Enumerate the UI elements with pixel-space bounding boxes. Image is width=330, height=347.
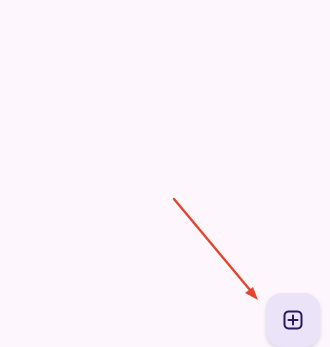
add-box-icon [283, 310, 303, 330]
add-button[interactable] [266, 293, 320, 347]
app-screen [0, 0, 330, 347]
